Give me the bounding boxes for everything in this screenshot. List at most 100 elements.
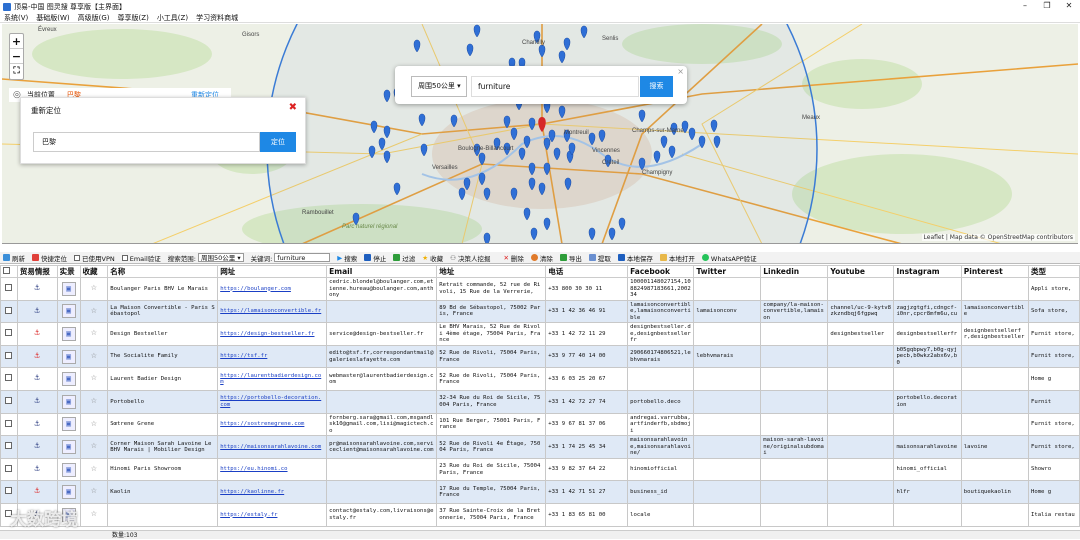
menu-system[interactable]: 系统(V) bbox=[0, 13, 32, 22]
close-icon[interactable]: ✖ bbox=[289, 102, 297, 113]
favorite-cell[interactable]: ☆ bbox=[79, 480, 109, 504]
street-view-icon[interactable]: ▣ bbox=[61, 439, 76, 454]
row-checkbox[interactable] bbox=[0, 367, 18, 391]
website-link[interactable]: https://estaly.fr bbox=[220, 512, 277, 518]
anchor-icon[interactable]: ⚓ bbox=[35, 396, 40, 406]
zoom-out-button[interactable]: − bbox=[10, 49, 23, 64]
clear-button[interactable]: 清除 bbox=[530, 253, 553, 263]
column-header[interactable]: 网址 bbox=[217, 265, 328, 278]
star-icon[interactable]: ☆ bbox=[91, 485, 97, 496]
table-row[interactable]: ⚓ ▣ ☆ Kaolin https://kaolinne.fr 17 Rue du Te… bbox=[0, 480, 1080, 504]
maximize-button[interactable]: ❐ bbox=[1036, 0, 1058, 13]
extract-button[interactable]: 提取 bbox=[588, 253, 611, 263]
street-view-cell[interactable]: ▣ bbox=[56, 277, 81, 301]
anchor-icon[interactable]: ⚓ bbox=[35, 328, 40, 338]
open-local-button[interactable]: 本地打开 bbox=[659, 253, 695, 263]
zoom-in-button[interactable]: + bbox=[10, 34, 23, 49]
select-all-header[interactable] bbox=[0, 265, 18, 278]
street-view-cell[interactable]: ▣ bbox=[56, 412, 81, 437]
table-row[interactable]: ⚓ ▣ ☆ The Socialite Family https://tsf.fr edi… bbox=[0, 344, 1080, 369]
favorite-cell[interactable]: ☆ bbox=[79, 457, 109, 482]
quick-locate-button[interactable]: 快捷定位 bbox=[32, 253, 67, 263]
website-link[interactable]: https://lamaisonconvertible.fr bbox=[220, 308, 321, 314]
column-header[interactable]: 电话 bbox=[545, 265, 629, 278]
website-link[interactable]: https://eu.hinomi.co bbox=[220, 466, 287, 472]
whatsapp-verify-button[interactable]: WhatsAPP验证 bbox=[701, 253, 757, 263]
export-button[interactable]: 导出 bbox=[559, 253, 582, 263]
anchor-icon[interactable]: ⚓ bbox=[35, 306, 40, 316]
menu-advanced[interactable]: 高级版(G) bbox=[74, 13, 114, 22]
street-view-cell[interactable]: ▣ bbox=[56, 344, 81, 369]
table-row[interactable]: ⚓ ▣ ☆ Hinomi Paris Showroom https://eu.hinom… bbox=[0, 457, 1080, 482]
menu-learning-store[interactable]: 学习资料商城 bbox=[192, 13, 242, 22]
row-checkbox[interactable] bbox=[0, 299, 18, 324]
star-icon[interactable]: ☆ bbox=[91, 372, 97, 383]
column-header[interactable]: 类型 bbox=[1027, 265, 1080, 278]
street-view-icon[interactable]: ▣ bbox=[61, 417, 76, 432]
toolbar-search-button[interactable]: ▶ 搜索 bbox=[337, 253, 357, 263]
favorite-cell[interactable]: ☆ bbox=[79, 389, 109, 414]
column-header[interactable]: 收藏 bbox=[79, 265, 109, 278]
menu-tools[interactable]: 小工具(Z) bbox=[153, 13, 192, 22]
column-header[interactable]: Email bbox=[326, 265, 438, 278]
trade-intel-cell[interactable]: ⚓ bbox=[16, 367, 58, 391]
email-verify-checkbox[interactable]: Email验证 bbox=[121, 253, 161, 263]
website-link[interactable]: https://tsf.fr bbox=[220, 353, 267, 359]
street-view-icon[interactable]: ▣ bbox=[61, 372, 76, 387]
column-header[interactable]: Linkedin bbox=[760, 265, 829, 278]
column-header[interactable]: 实景 bbox=[56, 265, 81, 278]
toolbar-keyword-input[interactable]: furniture bbox=[274, 253, 331, 262]
map-view[interactable]: Évreux Gisors Chantilly Senlis Meaux Mon… bbox=[2, 24, 1078, 244]
range-select[interactable]: 周围50公里 ▾ bbox=[197, 253, 244, 262]
stop-button[interactable]: 停止 bbox=[364, 253, 386, 263]
favorite-cell[interactable]: ☆ bbox=[79, 322, 109, 346]
row-checkbox[interactable] bbox=[0, 277, 18, 301]
star-icon[interactable]: ☆ bbox=[91, 350, 97, 361]
decision-maker-button[interactable]: ⚇ 决策人挖掘 bbox=[450, 253, 490, 263]
anchor-icon[interactable]: ⚓ bbox=[35, 441, 40, 451]
fullscreen-button[interactable]: ⛶ bbox=[10, 64, 23, 79]
close-icon[interactable]: × bbox=[677, 67, 684, 76]
star-icon[interactable]: ☆ bbox=[91, 282, 97, 293]
vpn-checkbox[interactable]: 已使用VPN bbox=[74, 253, 115, 263]
anchor-icon[interactable]: ⚓ bbox=[35, 351, 40, 361]
location-input[interactable]: 巴黎 bbox=[33, 132, 260, 152]
website-link[interactable]: https://kaolinne.fr bbox=[220, 489, 284, 495]
trade-intel-cell[interactable]: ⚓ bbox=[16, 277, 58, 301]
favorite-cell[interactable]: ☆ bbox=[79, 367, 109, 391]
search-button[interactable]: 搜索 bbox=[640, 76, 673, 97]
street-view-cell[interactable]: ▣ bbox=[56, 389, 81, 414]
table-row[interactable]: ⚓ ▣ ☆ Design Bestseller https://design-bests… bbox=[0, 322, 1080, 346]
anchor-icon[interactable]: ⚓ bbox=[35, 373, 40, 383]
menu-basic[interactable]: 基础版(W) bbox=[32, 13, 73, 22]
menu-premium[interactable]: 尊享版(Z) bbox=[114, 13, 153, 22]
column-header[interactable]: Facebook bbox=[627, 265, 695, 278]
favorite-cell[interactable]: ☆ bbox=[79, 299, 109, 324]
website-link[interactable]: https://portobello-decoration.com bbox=[220, 395, 321, 407]
anchor-icon[interactable]: ⚓ bbox=[35, 283, 40, 293]
column-header[interactable]: Youtube bbox=[827, 265, 895, 278]
table-row[interactable]: ⚓ ▣ ☆ Sœtrene Grene https://sostrenegrene.co… bbox=[0, 412, 1080, 437]
trade-intel-cell[interactable]: ⚓ bbox=[16, 412, 58, 437]
website-link[interactable]: https://boulanger.com bbox=[220, 286, 291, 292]
radius-select[interactable]: 周围50公里 ▾ bbox=[411, 76, 467, 97]
locate-button[interactable]: 定位 bbox=[260, 132, 296, 152]
row-checkbox[interactable] bbox=[0, 412, 18, 437]
table-row[interactable]: ⚓ ▣ ☆ La Maison Convertible - Paris Sébasto… bbox=[0, 299, 1080, 324]
delete-button[interactable]: ✕ 删除 bbox=[503, 253, 523, 263]
row-checkbox[interactable] bbox=[0, 389, 18, 414]
website-link[interactable]: https://sostrenegrene.com bbox=[220, 421, 304, 427]
street-view-cell[interactable]: ▣ bbox=[56, 480, 81, 504]
star-icon[interactable]: ☆ bbox=[91, 508, 97, 519]
trade-intel-cell[interactable]: ⚓ bbox=[16, 389, 58, 414]
anchor-icon[interactable]: ⚓ bbox=[35, 486, 40, 496]
star-icon[interactable]: ☆ bbox=[91, 440, 97, 451]
star-icon[interactable]: ☆ bbox=[91, 395, 97, 406]
street-view-cell[interactable]: ▣ bbox=[56, 299, 81, 324]
column-header[interactable]: 地址 bbox=[436, 265, 547, 278]
favorite-cell[interactable]: ☆ bbox=[79, 502, 109, 527]
anchor-icon[interactable]: ⚓ bbox=[35, 419, 40, 429]
street-view-cell[interactable]: ▣ bbox=[56, 435, 81, 459]
column-header[interactable]: Pinterest bbox=[960, 265, 1029, 278]
trade-intel-cell[interactable]: ⚓ bbox=[16, 322, 58, 346]
